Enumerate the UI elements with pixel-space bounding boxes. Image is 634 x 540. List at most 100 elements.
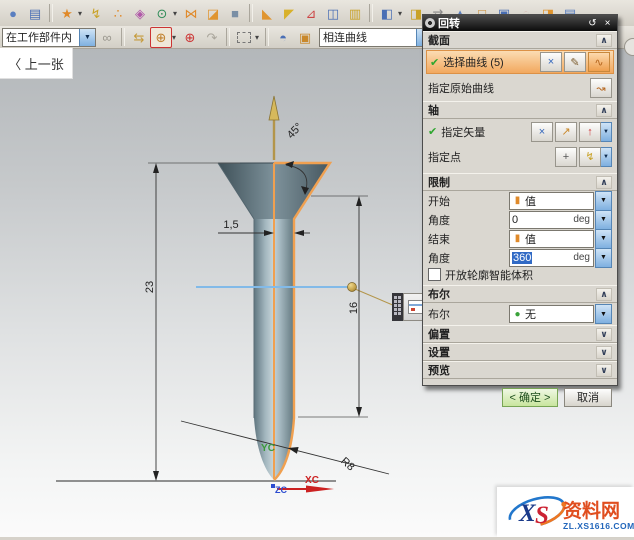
specify-origin-curve-label: 指定原始曲线 bbox=[428, 80, 588, 96]
mirror-feature-icon[interactable]: ⋈ bbox=[180, 3, 202, 24]
section-collapse-icon[interactable]: ∧ bbox=[596, 34, 612, 47]
offset-group-header[interactable]: 偏置 ∨ bbox=[423, 325, 617, 343]
point-pattern-icon[interactable]: ◈ bbox=[129, 3, 151, 24]
previous-image-button[interactable]: 〈 上一张 bbox=[0, 48, 73, 79]
drag-handle-ball[interactable] bbox=[348, 283, 357, 292]
shell-icon-dropdown-icon[interactable]: ▾ bbox=[398, 9, 405, 18]
ok-button[interactable]: < 确定 > bbox=[502, 388, 558, 407]
link-icon[interactable]: ∞ bbox=[96, 27, 118, 48]
boolean-combo[interactable]: ● 无 bbox=[509, 305, 594, 323]
marquee-select-icon[interactable] bbox=[233, 27, 255, 48]
end-angle-options-icon[interactable]: ▼ bbox=[595, 248, 612, 268]
marquee-select-icon-dropdown-icon[interactable]: ▾ bbox=[255, 33, 262, 42]
specify-vector-row[interactable]: ✔ 指定矢量 × ↗ ↑▼ bbox=[423, 119, 617, 144]
cancel-button[interactable]: 取消 bbox=[564, 388, 612, 407]
datum-point-set-icon-glyph: ★ bbox=[61, 7, 73, 20]
move-disabled-icon[interactable]: ↷ bbox=[201, 27, 223, 48]
curve-rule-combo[interactable]: 相连曲线 ▼ bbox=[319, 28, 433, 47]
preview-expand-icon[interactable]: ∨ bbox=[596, 364, 612, 377]
start-angle-options-icon[interactable]: ▼ bbox=[595, 210, 612, 230]
deselect-icon[interactable]: × bbox=[540, 52, 562, 72]
start-angle-input[interactable]: 0 deg bbox=[509, 211, 594, 229]
boolean-unite-icon-dropdown-icon[interactable]: ▾ bbox=[173, 9, 180, 18]
reverse-direction-icon[interactable]: ⇆ bbox=[128, 27, 150, 48]
settings-group-header[interactable]: 设置 ∨ bbox=[423, 343, 617, 361]
point-dialog-icon[interactable]: + bbox=[555, 147, 577, 167]
block-feature-icon[interactable]: ▤ bbox=[24, 3, 46, 24]
point-cloud-icon-glyph: ∴ bbox=[114, 7, 122, 20]
boolean-group-header[interactable]: 布尔 ∧ bbox=[423, 285, 617, 303]
clip-section-icon[interactable]: ▣ bbox=[294, 27, 316, 48]
bend-sheet-icon-glyph: ◣ bbox=[262, 7, 272, 20]
vector-type-dropdown-icon[interactable]: ▼ bbox=[601, 122, 612, 142]
section-group-header[interactable]: 截面 ∧ bbox=[423, 31, 617, 49]
specify-point-row[interactable]: 指定点 + ↯▼ bbox=[423, 144, 617, 169]
limits-group-header[interactable]: 限制 ∧ bbox=[423, 173, 617, 191]
end-combo-dropdown-icon[interactable]: ▼ bbox=[595, 229, 612, 249]
flange-icon[interactable]: ◤ bbox=[278, 3, 300, 24]
settings-expand-icon[interactable]: ∨ bbox=[596, 346, 612, 359]
end-angle-value[interactable]: 360 bbox=[512, 252, 532, 264]
toolbar-separator bbox=[49, 4, 53, 22]
flange-icon-glyph: ◤ bbox=[284, 7, 294, 20]
select-curves-row[interactable]: ✔ 选择曲线 (5) × ✎ ∿ bbox=[426, 50, 614, 74]
scope-combo[interactable]: 在工作部件内 ▼ bbox=[2, 28, 96, 47]
extrude-icon[interactable]: ◪ bbox=[202, 3, 224, 24]
vector-type-icon[interactable]: ↑ bbox=[579, 122, 601, 142]
ok-button-label: < 确定 > bbox=[510, 389, 551, 405]
end-angle-input[interactable]: 360 deg bbox=[509, 249, 594, 267]
sphere-feature-icon[interactable]: ● bbox=[2, 3, 24, 24]
shell-icon-glyph: ◧ bbox=[381, 7, 393, 20]
axis-collapse-icon[interactable]: ∧ bbox=[596, 104, 612, 117]
point-inferred-icon[interactable]: ↯ bbox=[579, 147, 601, 167]
offset-expand-icon[interactable]: ∨ bbox=[596, 328, 612, 341]
toolbar-separator bbox=[226, 28, 230, 46]
axis-vector-arrowhead[interactable] bbox=[269, 96, 279, 120]
start-combo-dropdown-icon[interactable]: ▼ bbox=[595, 191, 612, 211]
widget-grip[interactable] bbox=[392, 293, 403, 321]
datum-point-set-icon[interactable]: ★ bbox=[56, 3, 78, 24]
shell-icon[interactable]: ◧ bbox=[376, 3, 398, 24]
sketch-section-icon[interactable]: ✎ bbox=[564, 52, 586, 72]
vector-dialog-icon[interactable]: ↗ bbox=[555, 122, 577, 142]
arrow-16-top bbox=[356, 196, 362, 206]
open-profile-checkbox[interactable] bbox=[428, 268, 441, 281]
point-cloud-icon[interactable]: ∴ bbox=[107, 3, 129, 24]
unclip-section-icon-glyph: ◓ bbox=[279, 31, 287, 44]
specify-origin-curve-row[interactable]: 指定原始曲线 ↝ bbox=[423, 75, 617, 101]
boolean-unite-icon[interactable]: ⊙ bbox=[151, 3, 173, 24]
start-combo[interactable]: ▮ 值 bbox=[509, 192, 594, 210]
spotlight-icon[interactable]: ↯ bbox=[85, 3, 107, 24]
rotate-point-icon[interactable]: ⊕ bbox=[179, 27, 201, 48]
revolve-icon[interactable]: ■ bbox=[224, 3, 246, 24]
start-angle-value[interactable]: 0 bbox=[512, 214, 573, 226]
section-group-label: 截面 bbox=[428, 32, 450, 48]
snap-point-icon-dropdown-icon[interactable]: ▾ bbox=[172, 33, 179, 42]
datum-point-set-icon-dropdown-icon[interactable]: ▾ bbox=[78, 9, 85, 18]
curve-select-icon[interactable]: ∿ bbox=[588, 52, 610, 72]
boolean-combo-dropdown-icon[interactable]: ▼ bbox=[595, 304, 612, 324]
scope-combo-arrow-icon[interactable]: ▼ bbox=[79, 29, 95, 46]
origin-curve-icon[interactable]: ↝ bbox=[590, 78, 612, 98]
bend-sheet-icon[interactable]: ◣ bbox=[256, 3, 278, 24]
point-type-dropdown-icon[interactable]: ▼ bbox=[601, 147, 612, 167]
dialog-titlebar[interactable]: 回转 ↺ × bbox=[423, 15, 617, 31]
open-profile-row[interactable]: 开放轮廓智能体积 bbox=[423, 267, 617, 282]
end-combo-value: 值 bbox=[525, 231, 591, 247]
end-combo[interactable]: ▮ 值 bbox=[509, 230, 594, 248]
dialog-reset-icon[interactable]: ↺ bbox=[585, 17, 600, 30]
preview-group-header[interactable]: 预览 ∨ bbox=[423, 361, 617, 379]
limits-collapse-icon[interactable]: ∧ bbox=[596, 176, 612, 189]
dialog-options-gear-icon[interactable] bbox=[425, 18, 435, 28]
marquee-glyph bbox=[237, 32, 251, 43]
thicken-icon[interactable]: ▥ bbox=[344, 3, 366, 24]
end-angle-label: 角度 bbox=[428, 250, 509, 266]
dialog-close-icon[interactable]: × bbox=[600, 17, 615, 30]
snap-point-icon[interactable]: ⊕ bbox=[150, 27, 172, 48]
axis-group-header[interactable]: 轴 ∧ bbox=[423, 101, 617, 119]
unclip-section-icon[interactable]: ◓ bbox=[272, 27, 294, 48]
deselect-vector-icon[interactable]: × bbox=[531, 122, 553, 142]
split-body-icon[interactable]: ◫ bbox=[322, 3, 344, 24]
boolean-collapse-icon[interactable]: ∧ bbox=[596, 288, 612, 301]
trim-body-icon[interactable]: ⊿ bbox=[300, 3, 322, 24]
